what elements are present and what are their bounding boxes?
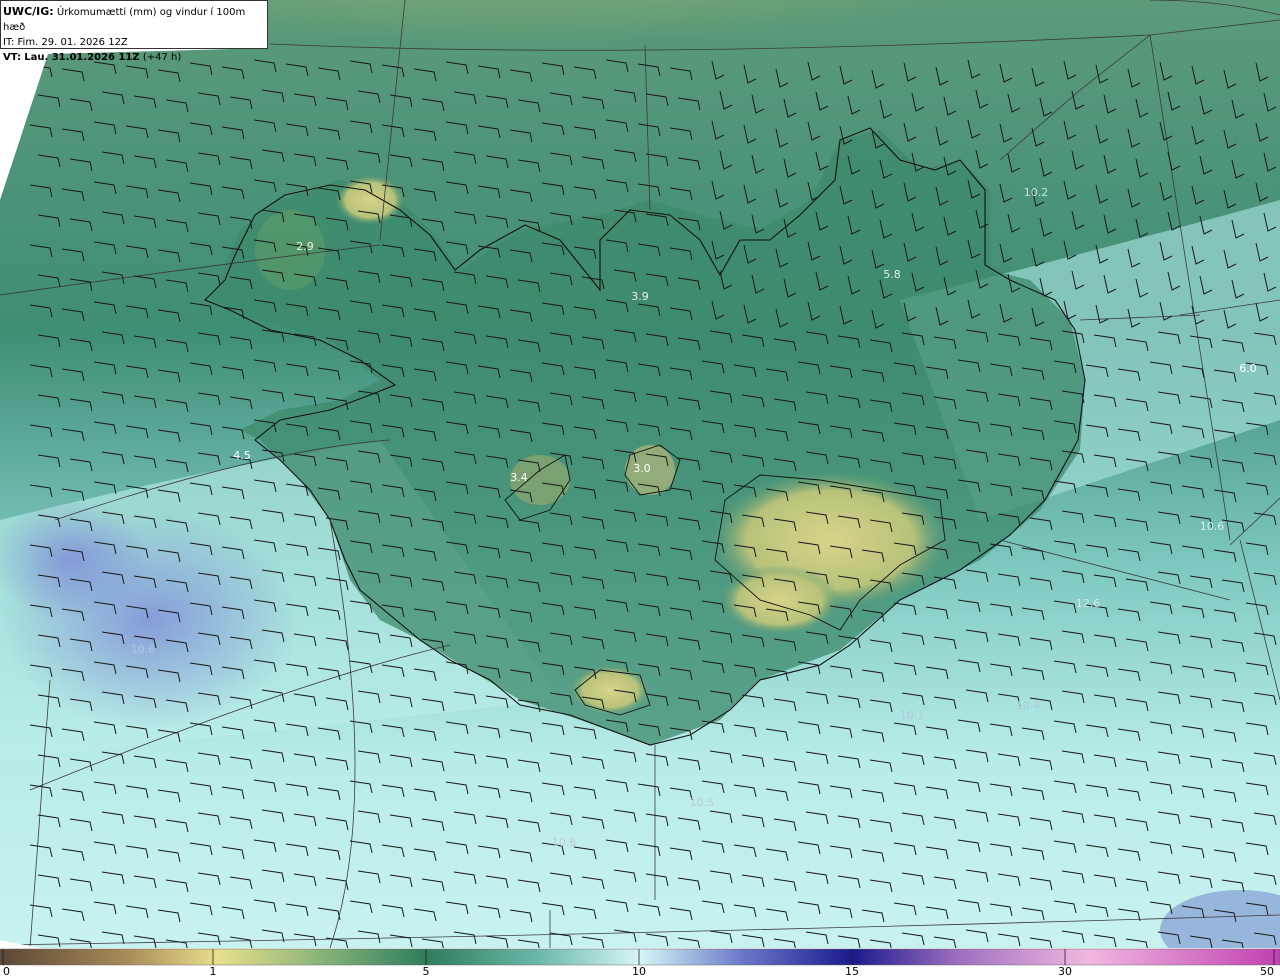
colorbar-gradient: [0, 949, 1280, 965]
valid-time-offset: (+47 h): [142, 52, 182, 63]
colorbar-tick-label: 10: [632, 965, 646, 978]
value-label: 10.5: [690, 796, 715, 809]
value-label: 10.2: [1024, 186, 1049, 199]
map-title-line: UWC/IG: Úrkomumætti (mm) og vindur í 100…: [3, 4, 267, 35]
precipitation-map: 2.9 3.9 5.8 10.2 6.0 4.5 3.4 3.0 10.6 10.6 12.6 10.…: [0, 0, 1280, 978]
value-label: 10.1: [900, 709, 925, 722]
init-time-value: Fim. 29. 01. 2026 12Z: [17, 37, 128, 48]
value-label: 10.6: [1200, 520, 1225, 533]
colorbar-tick-label: 1: [210, 965, 217, 978]
value-label: 12.6: [1076, 597, 1101, 610]
value-label: 2.9: [296, 240, 314, 253]
colorbar-tick-label: 0: [3, 965, 10, 978]
map-info-box: UWC/IG: Úrkomumætti (mm) og vindur í 100…: [0, 0, 268, 63]
value-label: 5.8: [883, 268, 901, 281]
map-field: 2.9 3.9 5.8 10.2 6.0 4.5 3.4 3.0 10.6 10.6 12.6 10.…: [0, 0, 1280, 948]
colorbar-tick-label: 5: [423, 965, 430, 978]
model-name: UWC/IG:: [3, 5, 54, 18]
value-label: 10.4: [1016, 699, 1041, 712]
value-label: 3.0: [633, 462, 651, 475]
value-label: 3.4: [510, 471, 528, 484]
value-label: 3.9: [631, 290, 649, 303]
value-label: 10.6: [552, 836, 577, 849]
init-time-line: IT: Fim. 29. 01. 2026 12Z: [3, 35, 267, 50]
value-label: 10.6: [131, 643, 156, 656]
colorbar-tick-label: 50: [1260, 965, 1274, 978]
colorbar-tick-label: 15: [845, 965, 859, 978]
valid-time-line: VT: Lau. 31.01.2026 11Z (+47 h): [3, 50, 267, 65]
valid-time-value: Lau. 31.01.2026 11Z: [24, 52, 140, 63]
colorbar-tick-label: 30: [1058, 965, 1072, 978]
valid-time-label: VT:: [3, 52, 22, 63]
init-time-label: IT:: [3, 37, 15, 48]
value-label: 4.5: [233, 449, 251, 462]
value-label: 6.0: [1239, 362, 1257, 375]
